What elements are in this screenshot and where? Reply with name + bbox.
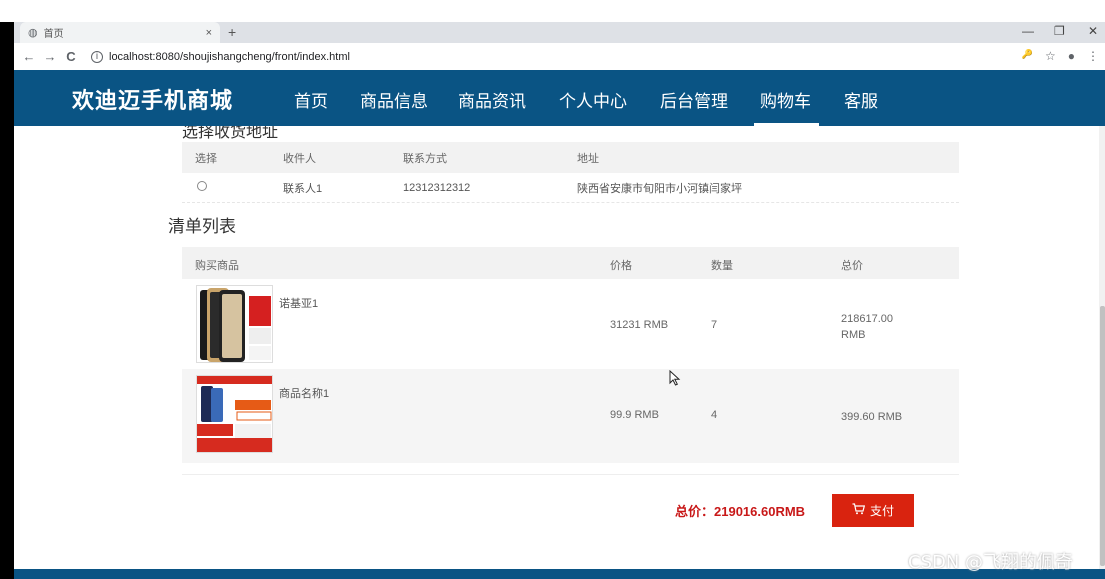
site-navbar: 欢迪迈手机商城 首页 商品信息 商品资讯 个人中心 后台管理 购物车 客服: [14, 70, 1105, 126]
nav-home[interactable]: 首页: [294, 87, 328, 112]
pay-button[interactable]: 支付: [832, 494, 914, 527]
info-icon[interactable]: i: [91, 50, 103, 63]
star-icon[interactable]: ☆: [1045, 49, 1056, 63]
address-section-title: 选择收货地址: [182, 126, 279, 141]
header-address: 地址: [577, 152, 599, 165]
nav-admin[interactable]: 后台管理: [660, 87, 728, 112]
address-radio[interactable]: [197, 181, 207, 194]
mouse-cursor-icon: [669, 369, 681, 389]
header-price: 价格: [610, 260, 632, 272]
cart-icon: [852, 503, 866, 518]
recipient-phone: 12312312312: [403, 181, 471, 194]
product-qty: 7: [711, 319, 718, 331]
url-field[interactable]: i localhost:8080/shoujishangcheng/front/…: [91, 50, 350, 63]
nav-products[interactable]: 商品信息: [360, 87, 428, 112]
product-total: 399.60 RMB: [841, 411, 903, 423]
site-brand[interactable]: 欢迪迈手机商城: [72, 83, 233, 115]
product-image-k40[interactable]: [196, 375, 273, 453]
product-qty: 4: [711, 409, 718, 421]
toolbar-icons: 🔑 ☆ ● ⋮: [1022, 49, 1099, 63]
close-tab-icon[interactable]: ×: [206, 27, 212, 39]
back-icon[interactable]: ←: [20, 49, 38, 64]
browser-tab[interactable]: ◍ 首页 ×: [20, 22, 220, 43]
key-icon[interactable]: 🔑: [1022, 49, 1033, 63]
forward-icon[interactable]: →: [41, 49, 59, 64]
address-bar: ← → C i localhost:8080/shoujishangcheng/…: [14, 43, 1105, 70]
recipient-name: 联系人1: [283, 182, 323, 195]
minimize-button[interactable]: —: [1022, 24, 1034, 38]
header-total: 总价: [841, 260, 863, 272]
address-row[interactable]: 联系人1 12312312312 陕西省安康市旬阳市小河镇闫家坪: [182, 173, 959, 203]
product-price: 99.9 RMB: [610, 409, 659, 421]
header-product: 购买商品: [195, 260, 239, 272]
order-table-header: 购买商品 价格 数量 总价: [182, 247, 959, 279]
order-table: 购买商品 价格 数量 总价 诺基亚1 31231 RMB 7 218617.00…: [182, 247, 959, 463]
header-select: 选择: [195, 152, 217, 165]
screen-left-margin: [0, 22, 14, 579]
screen-top-margin: [0, 0, 1105, 22]
account-icon[interactable]: ●: [1068, 49, 1075, 63]
close-window-button[interactable]: ✕: [1088, 24, 1098, 38]
recipient-address: 陕西省安康市旬阳市小河镇闫家坪: [577, 182, 742, 195]
reload-icon[interactable]: C: [62, 49, 80, 64]
nav-profile[interactable]: 个人中心: [559, 87, 627, 112]
product-price: 31231 RMB: [610, 319, 669, 331]
product-name[interactable]: 诺基亚1: [279, 295, 318, 311]
header-recipient: 收件人: [283, 152, 316, 165]
nav-service[interactable]: 客服: [844, 87, 878, 112]
url-text: localhost:8080/shoujishangcheng/front/in…: [109, 50, 350, 63]
product-name[interactable]: 商品名称1: [279, 385, 329, 401]
order-row: 诺基亚1 31231 RMB 7 218617.00 RMB: [182, 279, 959, 369]
order-row: 商品名称1 99.9 RMB 4 399.60 RMB: [182, 369, 959, 463]
globe-icon: ◍: [28, 27, 38, 39]
address-table: 选择 收件人 联系方式 地址 联系人1 12312312312 陕西省安康市旬阳…: [182, 142, 959, 203]
tab-title: 首页: [43, 29, 64, 40]
tab-strip: ◍ 首页 × + — ❐ ✕: [14, 22, 1105, 43]
main-content: 选择收货地址 选择 收件人 联系方式 地址 联系人1 12312312312 陕…: [14, 126, 1105, 569]
address-table-header: 选择 收件人 联系方式 地址: [182, 142, 959, 173]
new-tab-button[interactable]: +: [228, 24, 236, 40]
restore-button[interactable]: ❐: [1054, 24, 1065, 38]
nav-cart[interactable]: 购物车: [760, 87, 811, 112]
header-qty: 数量: [711, 260, 733, 272]
browser-chrome: ◍ 首页 × + — ❐ ✕ ← → C i localhost:8080/sh…: [14, 22, 1105, 70]
pay-label: 支付: [869, 504, 894, 518]
scrollbar-thumb[interactable]: [1100, 306, 1105, 566]
order-footer: 总价：219016.60RMB 支付: [182, 474, 959, 544]
watermark: CSDN @飞翔的佩奇: [908, 552, 1074, 573]
product-image-phone[interactable]: [196, 285, 273, 363]
menu-icon[interactable]: ⋮: [1087, 49, 1099, 63]
nav-news[interactable]: 商品资讯: [458, 87, 526, 112]
order-list-title: 清单列表: [168, 217, 236, 236]
grand-total: 总价：219016.60RMB: [675, 504, 806, 519]
product-total: 218617.00 RMB: [841, 313, 893, 341]
header-phone: 联系方式: [403, 152, 447, 165]
